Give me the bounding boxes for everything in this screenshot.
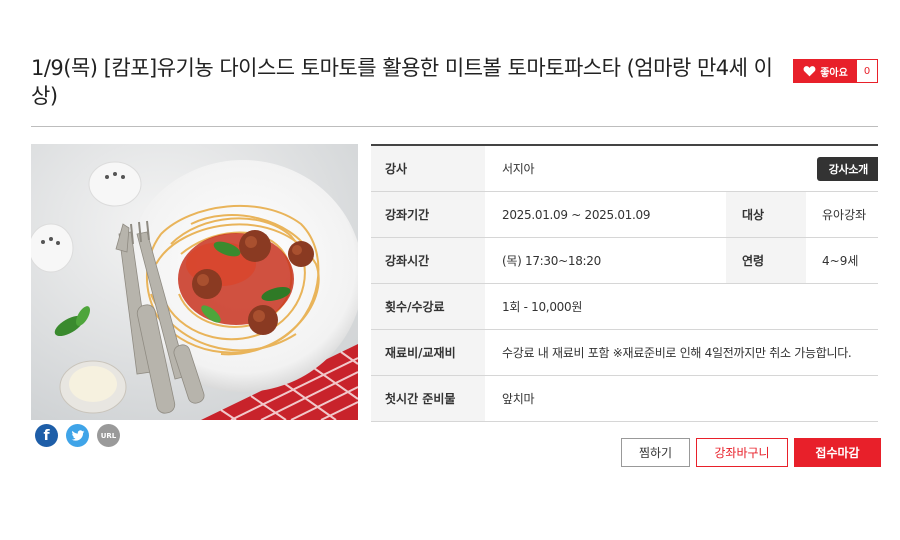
instructor-row: 강사 서지아 강사소개 — [371, 146, 878, 192]
like-count: 0 — [857, 60, 877, 82]
age-value: 4~9세 — [822, 254, 859, 268]
prep-value: 앞치마 — [502, 392, 535, 406]
instructor-label: 강사 — [371, 146, 485, 191]
instructor-value: 서지아 강사소개 — [485, 146, 878, 191]
registration-closed-button[interactable]: 접수마감 — [794, 438, 881, 467]
time-row: 강좌시간 (목) 17:30~18:20 연령 4~9세 — [371, 238, 878, 284]
course-photo — [31, 144, 358, 420]
like-label: 좋아요 — [820, 67, 848, 79]
facebook-icon[interactable]: f — [35, 424, 58, 447]
instructor-name: 서지아 — [502, 162, 535, 176]
share-bar: f URL — [35, 424, 120, 447]
period-value: 2025.01.09 ~ 2025.01.09 — [502, 207, 651, 222]
material-row: 재료비/교재비 수강료 내 재료비 포함 ※재료준비로 인해 4일전까지만 취소… — [371, 330, 878, 376]
course-title: 1/9(목) [캄포]유기농 다이스드 토마토를 활용한 미트볼 토마토파스타 … — [31, 56, 773, 108]
period-row: 강좌기간 2025.01.09 ~ 2025.01.09 대상 유아강좌 — [371, 192, 878, 238]
wish-button[interactable]: 찜하기 — [621, 438, 690, 467]
course-info-table: 강사 서지아 강사소개 강좌기간 2025.01.09 ~ 2025.01.09… — [371, 144, 878, 422]
target-value: 유아강좌 — [822, 208, 867, 222]
fee-value: 1회 - 10,000원 — [502, 300, 583, 314]
prep-label: 첫시간 준비물 — [371, 376, 485, 421]
time-label: 강좌시간 — [371, 238, 485, 283]
twitter-icon[interactable] — [66, 424, 89, 447]
fee-label: 횟수/수강료 — [371, 284, 485, 329]
action-buttons: 찜하기 강좌바구니 접수마감 — [621, 438, 881, 467]
like-button[interactable]: 좋아요 0 — [793, 59, 878, 83]
heart-icon — [803, 66, 816, 77]
cart-button[interactable]: 강좌바구니 — [696, 438, 788, 467]
material-value: 수강료 내 재료비 포함 ※재료준비로 인해 4일전까지만 취소 가능합니다. — [502, 346, 852, 360]
period-label: 강좌기간 — [371, 192, 485, 237]
age-label: 연령 — [726, 238, 806, 283]
material-label: 재료비/교재비 — [371, 330, 485, 375]
url-icon[interactable]: URL — [97, 424, 120, 447]
target-label: 대상 — [726, 192, 806, 237]
title-divider — [31, 126, 878, 127]
fee-row: 횟수/수강료 1회 - 10,000원 — [371, 284, 878, 330]
instructor-intro-button[interactable]: 강사소개 — [816, 156, 878, 181]
prep-row: 첫시간 준비물 앞치마 — [371, 376, 878, 422]
time-value: (목) 17:30~18:20 — [502, 254, 601, 268]
